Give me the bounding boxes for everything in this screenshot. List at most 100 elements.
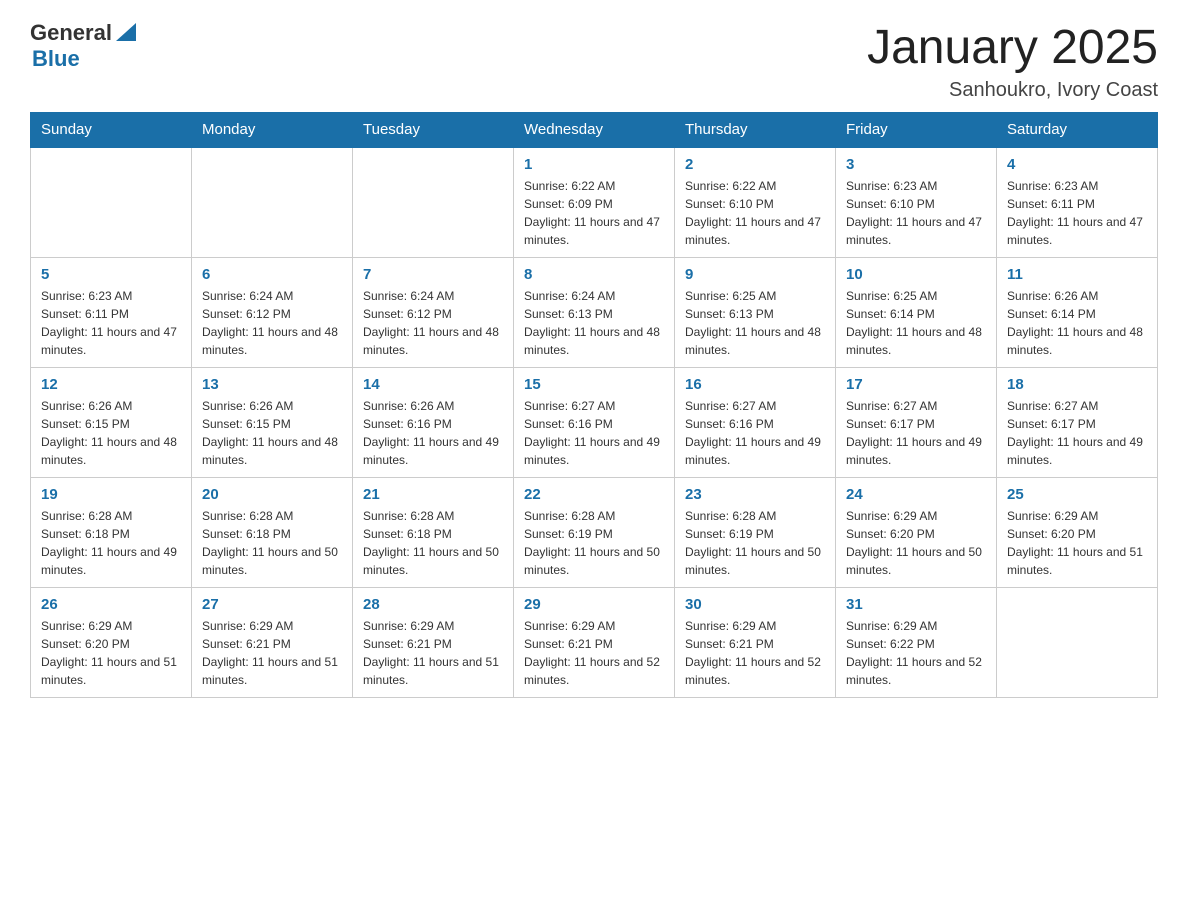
calendar-cell: 8 Sunrise: 6:24 AM Sunset: 6:13 PM Daylig…: [514, 258, 675, 368]
day-number: 25: [1007, 486, 1147, 503]
day-info: Sunrise: 6:24 AM Sunset: 6:13 PM Dayligh…: [524, 287, 664, 359]
day-number: 15: [524, 376, 664, 393]
calendar-header-row: SundayMondayTuesdayWednesdayThursdayFrid…: [31, 113, 1158, 148]
calendar-cell: 18Sunrise: 6:27 AM Sunset: 6:17 PM Dayli…: [997, 368, 1158, 478]
calendar-cell: 16 Sunrise: 6:27 AM Sunset: 6:16 PM Dayli…: [675, 368, 836, 478]
day-info: Sunrise: 6:25 AM Sunset: 6:14 PM Dayligh…: [846, 287, 986, 359]
day-number: 1: [524, 156, 664, 173]
calendar-cell: 11Sunrise: 6:26 AM Sunset: 6:14 PM Dayli…: [997, 258, 1158, 368]
day-info: Sunrise: 6:24 AM Sunset: 6:12 PM Dayligh…: [202, 287, 342, 359]
page-header: General Blue January 2025 Sanhoukro, Ivo…: [30, 20, 1158, 102]
day-number: 6: [202, 266, 342, 283]
logo: General Blue: [30, 20, 136, 72]
day-info: Sunrise: 6:26 AM Sunset: 6:14 PM Dayligh…: [1007, 287, 1147, 359]
day-number: 7: [363, 266, 503, 283]
calendar-cell: 2Sunrise: 6:22 AM Sunset: 6:10 PM Daylig…: [675, 147, 836, 258]
day-number: 16: [685, 376, 825, 393]
day-info: Sunrise: 6:23 AM Sunset: 6:11 PM Dayligh…: [41, 287, 181, 359]
day-number: 26: [41, 596, 181, 613]
day-number: 20: [202, 486, 342, 503]
calendar-week-row: 5 Sunrise: 6:23 AM Sunset: 6:11 PM Daylig…: [31, 258, 1158, 368]
calendar-cell: [192, 147, 353, 258]
day-header-sunday: Sunday: [31, 113, 192, 148]
title-area: January 2025 Sanhoukro, Ivory Coast: [867, 20, 1158, 102]
day-number: 29: [524, 596, 664, 613]
calendar-cell: 7 Sunrise: 6:24 AM Sunset: 6:12 PM Daylig…: [353, 258, 514, 368]
calendar-cell: 25 Sunrise: 6:29 AM Sunset: 6:20 PM Dayli…: [997, 478, 1158, 588]
day-number: 14: [363, 376, 503, 393]
calendar-cell: 15 Sunrise: 6:27 AM Sunset: 6:16 PM Dayli…: [514, 368, 675, 478]
day-info: Sunrise: 6:27 AM Sunset: 6:16 PM Dayligh…: [685, 397, 825, 469]
day-info: Sunrise: 6:25 AM Sunset: 6:13 PM Dayligh…: [685, 287, 825, 359]
day-info: Sunrise: 6:29 AM Sunset: 6:20 PM Dayligh…: [1007, 507, 1147, 579]
calendar-cell: 10 Sunrise: 6:25 AM Sunset: 6:14 PM Dayli…: [836, 258, 997, 368]
day-info: Sunrise: 6:28 AM Sunset: 6:18 PM Dayligh…: [41, 507, 181, 579]
day-info: Sunrise: 6:28 AM Sunset: 6:19 PM Dayligh…: [685, 507, 825, 579]
day-number: 5: [41, 266, 181, 283]
day-number: 12: [41, 376, 181, 393]
calendar-cell: [997, 588, 1158, 698]
calendar-cell: 20 Sunrise: 6:28 AM Sunset: 6:18 PM Dayli…: [192, 478, 353, 588]
day-number: 3: [846, 156, 986, 173]
calendar-week-row: 26Sunrise: 6:29 AM Sunset: 6:20 PM Dayli…: [31, 588, 1158, 698]
day-number: 24: [846, 486, 986, 503]
day-number: 23: [685, 486, 825, 503]
calendar-cell: 22 Sunrise: 6:28 AM Sunset: 6:19 PM Dayli…: [514, 478, 675, 588]
day-info: Sunrise: 6:24 AM Sunset: 6:12 PM Dayligh…: [363, 287, 503, 359]
day-info: Sunrise: 6:28 AM Sunset: 6:18 PM Dayligh…: [202, 507, 342, 579]
day-number: 4: [1007, 156, 1147, 173]
day-header-friday: Friday: [836, 113, 997, 148]
day-header-wednesday: Wednesday: [514, 113, 675, 148]
day-info: Sunrise: 6:28 AM Sunset: 6:18 PM Dayligh…: [363, 507, 503, 579]
day-info: Sunrise: 6:23 AM Sunset: 6:10 PM Dayligh…: [846, 177, 986, 249]
day-info: Sunrise: 6:27 AM Sunset: 6:17 PM Dayligh…: [846, 397, 986, 469]
calendar-week-row: 12 Sunrise: 6:26 AM Sunset: 6:15 PM Dayli…: [31, 368, 1158, 478]
day-info: Sunrise: 6:22 AM Sunset: 6:09 PM Dayligh…: [524, 177, 664, 249]
day-info: Sunrise: 6:29 AM Sunset: 6:21 PM Dayligh…: [363, 617, 503, 689]
calendar-table: SundayMondayTuesdayWednesdayThursdayFrid…: [30, 112, 1158, 698]
calendar-cell: 12Sunrise: 6:26 AM Sunset: 6:15 PM Dayli…: [31, 368, 192, 478]
day-number: 31: [846, 596, 986, 613]
day-info: Sunrise: 6:27 AM Sunset: 6:17 PM Dayligh…: [1007, 397, 1147, 469]
calendar-cell: 30Sunrise: 6:29 AM Sunset: 6:21 PM Dayli…: [675, 588, 836, 698]
calendar-cell: 17 Sunrise: 6:27 AM Sunset: 6:17 PM Dayli…: [836, 368, 997, 478]
day-info: Sunrise: 6:29 AM Sunset: 6:21 PM Dayligh…: [202, 617, 342, 689]
day-number: 10: [846, 266, 986, 283]
calendar-cell: 3 Sunrise: 6:23 AM Sunset: 6:10 PM Daylig…: [836, 147, 997, 258]
day-header-tuesday: Tuesday: [353, 113, 514, 148]
logo-general-text: General: [30, 20, 112, 46]
month-title: January 2025: [867, 20, 1158, 75]
calendar-cell: 27 Sunrise: 6:29 AM Sunset: 6:21 PM Dayli…: [192, 588, 353, 698]
day-info: Sunrise: 6:27 AM Sunset: 6:16 PM Dayligh…: [524, 397, 664, 469]
logo-blue-text: Blue: [32, 46, 80, 72]
day-number: 9: [685, 266, 825, 283]
day-header-monday: Monday: [192, 113, 353, 148]
day-info: Sunrise: 6:23 AM Sunset: 6:11 PM Dayligh…: [1007, 177, 1147, 249]
calendar-cell: 21 Sunrise: 6:28 AM Sunset: 6:18 PM Dayli…: [353, 478, 514, 588]
calendar-cell: 5 Sunrise: 6:23 AM Sunset: 6:11 PM Daylig…: [31, 258, 192, 368]
calendar-cell: [353, 147, 514, 258]
day-info: Sunrise: 6:26 AM Sunset: 6:16 PM Dayligh…: [363, 397, 503, 469]
calendar-cell: 26Sunrise: 6:29 AM Sunset: 6:20 PM Dayli…: [31, 588, 192, 698]
day-info: Sunrise: 6:26 AM Sunset: 6:15 PM Dayligh…: [202, 397, 342, 469]
calendar-cell: 4 Sunrise: 6:23 AM Sunset: 6:11 PM Daylig…: [997, 147, 1158, 258]
day-info: Sunrise: 6:28 AM Sunset: 6:19 PM Dayligh…: [524, 507, 664, 579]
day-info: Sunrise: 6:29 AM Sunset: 6:20 PM Dayligh…: [846, 507, 986, 579]
calendar-cell: 31Sunrise: 6:29 AM Sunset: 6:22 PM Dayli…: [836, 588, 997, 698]
calendar-cell: 6 Sunrise: 6:24 AM Sunset: 6:12 PM Daylig…: [192, 258, 353, 368]
day-number: 21: [363, 486, 503, 503]
calendar-cell: 23 Sunrise: 6:28 AM Sunset: 6:19 PM Dayli…: [675, 478, 836, 588]
calendar-cell: 1 Sunrise: 6:22 AM Sunset: 6:09 PM Daylig…: [514, 147, 675, 258]
day-number: 17: [846, 376, 986, 393]
day-number: 22: [524, 486, 664, 503]
day-number: 27: [202, 596, 342, 613]
day-number: 8: [524, 266, 664, 283]
day-info: Sunrise: 6:29 AM Sunset: 6:21 PM Dayligh…: [524, 617, 664, 689]
calendar-cell: 29 Sunrise: 6:29 AM Sunset: 6:21 PM Dayli…: [514, 588, 675, 698]
calendar-cell: [31, 147, 192, 258]
day-number: 30: [685, 596, 825, 613]
calendar-cell: 24 Sunrise: 6:29 AM Sunset: 6:20 PM Dayli…: [836, 478, 997, 588]
calendar-week-row: 1 Sunrise: 6:22 AM Sunset: 6:09 PM Daylig…: [31, 147, 1158, 258]
day-header-saturday: Saturday: [997, 113, 1158, 148]
calendar-cell: 14 Sunrise: 6:26 AM Sunset: 6:16 PM Dayli…: [353, 368, 514, 478]
